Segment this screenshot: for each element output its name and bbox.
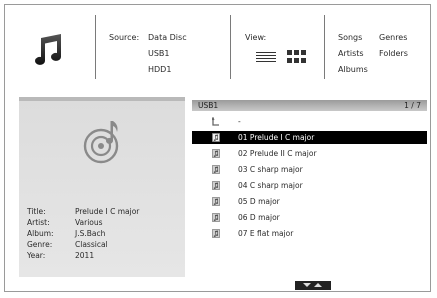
up-arrow-icon <box>212 117 219 126</box>
info-album: Album: J.S.Bach <box>27 229 106 238</box>
year-value: 2011 <box>75 251 95 260</box>
track-info-panel: Title: Prelude I C major Artist: Various A… <box>19 97 185 277</box>
source-option-data-disc[interactable]: Data Disc <box>148 33 187 42</box>
filter-songs[interactable]: Songs <box>338 33 362 42</box>
audio-file-icon <box>212 197 220 206</box>
info-artist: Artist: Various <box>27 218 103 227</box>
audio-file-icon <box>212 165 220 174</box>
media-browser-window: Source: Data Disc USB1 HDD1 View: Songs … <box>4 4 431 292</box>
header: Source: Data Disc USB1 HDD1 View: Songs … <box>5 5 430 88</box>
view-label: View: <box>245 33 267 42</box>
info-genre: Genre: Classical <box>27 240 108 249</box>
album-value: J.S.Bach <box>75 229 106 238</box>
file-row[interactable]: 05 D major <box>192 195 427 208</box>
file-row-label: 06 D major <box>238 213 280 222</box>
parent-folder-row[interactable]: - <box>192 115 427 128</box>
audio-file-icon <box>212 181 220 190</box>
file-row[interactable]: 07 E flat major <box>192 227 427 240</box>
file-row[interactable]: 04 C sharp major <box>192 179 427 192</box>
info-year: Year: 2011 <box>27 251 95 260</box>
file-row[interactable]: 06 D major <box>192 211 427 224</box>
file-row[interactable]: 03 C sharp major <box>192 163 427 176</box>
file-row-label: 05 D major <box>238 197 280 206</box>
title-value: Prelude I C major <box>75 207 140 216</box>
current-source: USB1 <box>198 101 219 110</box>
file-row[interactable]: 01 Prelude I C major <box>192 131 427 144</box>
artist-value: Various <box>75 218 103 227</box>
filter-folders[interactable]: Folders <box>379 49 408 58</box>
source-label: Source: <box>109 33 140 42</box>
source-option-usb1[interactable]: USB1 <box>148 49 170 58</box>
page-arrows-icon <box>303 283 322 287</box>
page-indicator: 1 / 7 <box>404 101 421 110</box>
file-row-label: 02 Prelude II C major <box>238 149 317 158</box>
list-view-icon[interactable] <box>256 52 276 64</box>
music-note-icon <box>35 34 61 65</box>
grid-view-icon[interactable] <box>287 50 307 64</box>
audio-file-icon <box>212 213 220 222</box>
divider <box>230 15 231 79</box>
file-row-label: 01 Prelude I C major <box>238 133 315 142</box>
info-title: Title: Prelude I C major <box>27 207 140 216</box>
file-row-label: 07 E flat major <box>238 229 294 238</box>
page-down-button[interactable] <box>295 281 331 290</box>
file-row[interactable]: 02 Prelude II C major <box>192 147 427 160</box>
audio-file-icon <box>212 229 220 238</box>
filter-genres[interactable]: Genres <box>379 33 407 42</box>
filter-artists[interactable]: Artists <box>338 49 364 58</box>
file-row-label: 03 C sharp major <box>238 165 303 174</box>
panel-topbar <box>19 97 185 101</box>
disc-music-icon <box>83 121 119 164</box>
audio-file-icon <box>212 149 220 158</box>
file-row-label: 04 C sharp major <box>238 181 303 190</box>
parent-folder-label: - <box>238 117 241 126</box>
source-option-hdd1[interactable]: HDD1 <box>148 65 171 74</box>
divider <box>95 15 96 79</box>
genre-value: Classical <box>75 240 108 249</box>
path-bar: USB1 1 / 7 <box>192 100 427 111</box>
filter-albums[interactable]: Albums <box>338 65 368 74</box>
audio-file-icon <box>212 133 220 142</box>
divider <box>324 15 325 79</box>
